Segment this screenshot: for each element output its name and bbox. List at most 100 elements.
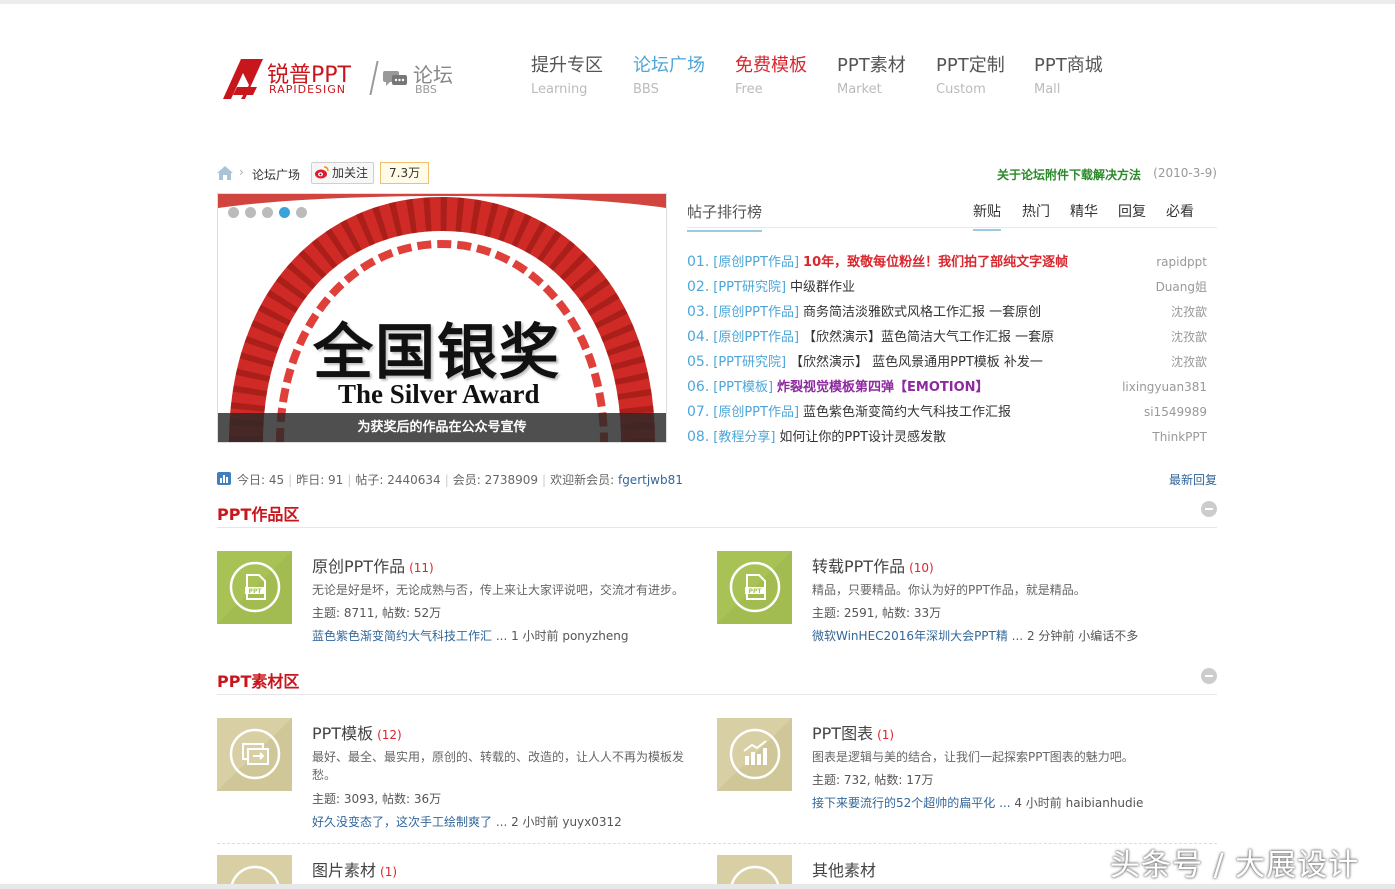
rank-category[interactable]: [教程分享]	[713, 430, 775, 445]
rank-author[interactable]: 沈孜歆	[1171, 325, 1207, 350]
other-icon[interactable]	[717, 855, 792, 885]
rank-category[interactable]: [原创PPT作品]	[713, 305, 799, 320]
rank-category[interactable]: [PPT研究院]	[713, 280, 786, 295]
forum-name: 图片素材	[312, 861, 377, 880]
nav-bbs[interactable]: 论坛广场 BBS	[633, 54, 705, 100]
tab-must-read[interactable]: 必看	[1166, 201, 1194, 229]
nav-sublabel: Mall	[1034, 82, 1061, 97]
rank-author[interactable]: rapidppt	[1156, 250, 1207, 275]
ranking-list: 01. [原创PPT作品] 10年，致敬每位粉丝！我们拍了部纯文字逐帧 rapidpp…	[687, 250, 1217, 450]
last-post-link[interactable]: 好久没变态了，这次手工绘制爽了 ...	[312, 815, 507, 829]
collapse-icon[interactable]	[1201, 501, 1217, 517]
rank-author[interactable]: 沈孜歆	[1171, 350, 1207, 375]
ranking-row: 08. [教程分享] 如何让你的PPT设计灵感发散 ThinkPPT	[687, 425, 1217, 450]
nav-market[interactable]: PPT素材 Market	[837, 54, 906, 100]
tab-featured[interactable]: 精华	[1070, 201, 1098, 229]
logo-divider	[369, 61, 379, 95]
forum-title-link[interactable]: PPT模板 (12)	[312, 720, 402, 744]
banner-slider[interactable]: 全国银奖 The Silver Award 为获奖后的作品在公众号宣传	[217, 193, 667, 443]
banner-subtitle: The Silver Award	[338, 379, 540, 409]
rank-title-link[interactable]: 商务简洁淡雅欧式风格工作汇报 一套原创	[803, 305, 1041, 320]
ranking-row: 07. [原创PPT作品] 蓝色紫色渐变简约大气科技工作汇报 si1549989	[687, 400, 1217, 425]
tab-new[interactable]: 新贴	[973, 201, 1001, 231]
rank-author[interactable]: ThinkPPT	[1152, 425, 1207, 450]
template-icon[interactable]	[217, 718, 292, 791]
rank-title-link[interactable]: 炸裂视觉模板第四弹【EMOTION】	[777, 380, 989, 395]
slider-dot[interactable]	[296, 207, 307, 218]
rank-category[interactable]: [原创PPT作品]	[713, 330, 799, 345]
site-logo[interactable]: 锐普PPT RAPIDESIGN 论坛 BBS	[223, 55, 463, 101]
rank-title-link[interactable]: 蓝色紫色渐变简约大气科技工作汇报	[803, 405, 1011, 420]
rank-title-link[interactable]: 【欣然演示】 蓝色风景通用PPT模板 补发一	[790, 355, 1043, 370]
rank-number: 03.	[687, 304, 710, 320]
notice-date: (2010-3-9)	[1153, 166, 1217, 180]
forum-ppt-template: PPT模板 (12) 最好、最全、最实用，原创的、转载的、改造的，让人人不再为模板…	[217, 718, 697, 833]
top-border	[0, 0, 1395, 4]
ranking-title: 帖子排行榜	[687, 201, 763, 232]
watermark: 头条号 / 大展设计	[1110, 848, 1360, 883]
rank-author[interactable]: 沈孜歆	[1171, 300, 1207, 325]
rank-title-link[interactable]: 【欣然演示】蓝色简洁大气工作汇报 一套原	[803, 330, 1054, 345]
rank-title-link[interactable]: 10年，致敬每位粉丝！我们拍了部纯文字逐帧	[803, 255, 1068, 270]
forum-title-link[interactable]: 其他素材	[812, 857, 880, 881]
home-icon[interactable]	[217, 166, 233, 180]
ranking-header: 帖子排行榜 新贴 热门 精华 回复 必看	[687, 193, 1217, 232]
forum-today-count: (11)	[409, 561, 434, 575]
forum-ppt-chart: PPT图表 (1) 图表是逻辑与美的结合，让我们一起探索PPT图表的魅力吧。 主题…	[717, 718, 1197, 810]
forum-name: 其他素材	[812, 861, 877, 880]
rank-title-link[interactable]: 如何让你的PPT设计灵感发散	[779, 430, 946, 445]
tab-hot[interactable]: 热门	[1022, 201, 1050, 229]
last-post-info: 2 小时前 yuyx0312	[507, 815, 622, 829]
follow-button[interactable]: 加关注	[311, 162, 375, 184]
new-member-link[interactable]: fgertjwb81	[618, 473, 683, 487]
rank-category[interactable]: [原创PPT作品]	[713, 405, 799, 420]
forum-title-link[interactable]: PPT图表 (1)	[812, 720, 894, 744]
ppt-file-icon[interactable]: PPT	[217, 551, 292, 624]
chart-icon[interactable]	[717, 718, 792, 791]
last-post-link[interactable]: 接下来要流行的52个超帅的扁平化 ...	[812, 796, 1011, 810]
last-post-info: 2 分钟前 小编话不多	[1023, 629, 1139, 643]
rank-number: 04.	[687, 329, 710, 345]
slider-dot-active[interactable]	[279, 207, 290, 218]
forum-description: 图表是逻辑与美的结合，让我们一起探索PPT图表的魅力吧。	[812, 750, 1134, 764]
forum-title-link[interactable]: 原创PPT作品 (11)	[312, 553, 434, 577]
notice-link[interactable]: 关于论坛附件下载解决方法	[997, 166, 1141, 183]
last-post-link[interactable]: 蓝色紫色渐变简约大气科技工作汇 ...	[312, 629, 507, 643]
stat-today: 今日: 45	[237, 473, 285, 487]
nav-mall[interactable]: PPT商城 Mall	[1034, 54, 1103, 100]
ranking-row: 01. [原创PPT作品] 10年，致敬每位粉丝！我们拍了部纯文字逐帧 rapidpp…	[687, 250, 1217, 275]
breadcrumb: › 论坛广场 加关注 7.3万 关于论坛附件下载解决方法 (2010-3-9)	[217, 162, 1217, 186]
forum-name: PPT模板	[312, 724, 374, 743]
forum-last-post: 蓝色紫色渐变简约大气科技工作汇 ... 1 小时前 ponyzheng	[312, 627, 629, 644]
nav-custom[interactable]: PPT定制 Custom	[936, 54, 1005, 100]
last-post-link[interactable]: 微软WinHEC2016年深圳大会PPT精 ...	[812, 629, 1023, 643]
forum-description: 精品，只要精品。你认为好的PPT作品，就是精品。	[812, 583, 1086, 597]
collapse-icon[interactable]	[1201, 668, 1217, 684]
tab-replies[interactable]: 回复	[1118, 201, 1146, 229]
nav-free[interactable]: 免费模板 Free	[735, 54, 807, 100]
rank-category[interactable]: [PPT模板]	[713, 380, 773, 395]
image-icon[interactable]	[217, 855, 292, 885]
forum-title-link[interactable]: 转载PPT作品 (10)	[812, 553, 934, 577]
slider-dot[interactable]	[245, 207, 256, 218]
rank-author[interactable]: Duang姐	[1156, 275, 1207, 300]
nav-learning[interactable]: 提升专区 Learning	[531, 54, 603, 100]
bar-chart-icon	[217, 472, 231, 485]
rank-category[interactable]: [PPT研究院]	[713, 355, 786, 370]
banner-caption[interactable]: 为获奖后的作品在公众号宣传	[218, 413, 666, 442]
slider-dot[interactable]	[228, 207, 239, 218]
rank-author[interactable]: lixingyuan381	[1122, 375, 1207, 400]
forum-title-link[interactable]: 图片素材 (1)	[312, 857, 397, 881]
rank-author[interactable]: si1549989	[1144, 400, 1207, 425]
latest-replies-link[interactable]: 最新回复	[1169, 471, 1217, 488]
weibo-icon	[315, 166, 329, 179]
slider-dot[interactable]	[262, 207, 273, 218]
ppt-file-icon[interactable]: PPT	[717, 551, 792, 624]
nav-sublabel: Market	[837, 82, 882, 97]
ranking-row: 03. [原创PPT作品] 商务简洁淡雅欧式风格工作汇报 一套原创 沈孜歆	[687, 300, 1217, 325]
forum-today-count: (1)	[380, 865, 398, 879]
stat-yesterday: 昨日: 91	[296, 473, 344, 487]
rank-title-link[interactable]: 中级群作业	[790, 280, 855, 295]
forum-stats-line: 主题: 8711, 帖数: 52万	[312, 606, 442, 620]
rank-category[interactable]: [原创PPT作品]	[713, 255, 799, 270]
